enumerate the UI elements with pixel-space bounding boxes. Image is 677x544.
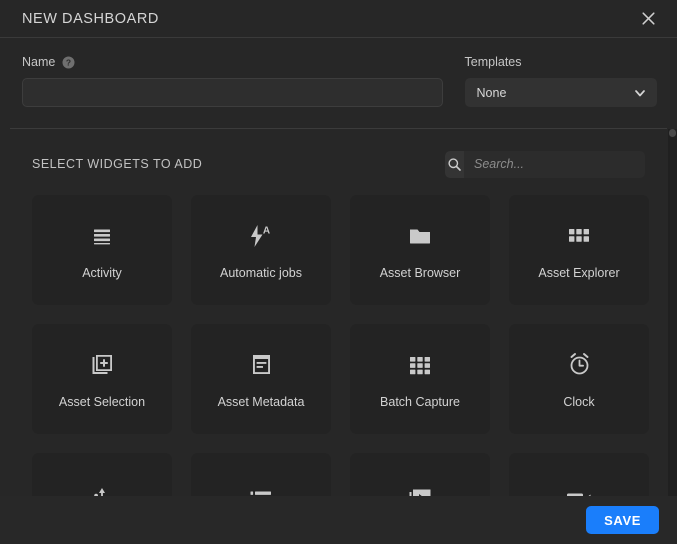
- save-button[interactable]: SAVE: [586, 506, 659, 534]
- svg-text:?: ?: [66, 57, 71, 67]
- storage-list-icon: [249, 485, 273, 496]
- widget-tile-automatic-jobs[interactable]: A Automatic jobs: [191, 195, 331, 305]
- widget-tile-label: Asset Browser: [379, 265, 461, 280]
- search-button[interactable]: [445, 150, 464, 178]
- name-input[interactable]: [22, 78, 443, 107]
- folder-icon: [408, 221, 432, 251]
- widget-tile-label: Clock: [563, 394, 595, 409]
- widget-tile-label: Asset Selection: [58, 394, 146, 409]
- widgets-header: SELECT WIDGETS TO ADD: [0, 147, 677, 181]
- widget-tile-storage[interactable]: [191, 453, 331, 496]
- widget-tile-label: Batch Capture: [380, 394, 460, 409]
- widget-tile-usb[interactable]: [32, 453, 172, 496]
- help-circle-icon: ?: [62, 56, 75, 68]
- widget-tile-video-stack[interactable]: [350, 453, 490, 496]
- widget-tile-label: Asset Metadata: [217, 394, 305, 409]
- video-stack-play-icon: [408, 485, 432, 496]
- widget-tile-activity[interactable]: Activity: [32, 195, 172, 305]
- close-button[interactable]: [633, 4, 663, 34]
- templates-label-row: Templates: [465, 54, 657, 70]
- dialog-footer: SAVE: [0, 496, 677, 544]
- dialog-title: NEW DASHBOARD: [22, 10, 159, 27]
- widget-tile-asset-selection[interactable]: Asset Selection: [32, 324, 172, 434]
- pages-plus-icon: [90, 350, 114, 380]
- widget-tile-clock[interactable]: Clock: [509, 324, 649, 434]
- templates-selected-value: None: [476, 85, 507, 100]
- chevron-down-icon: [635, 89, 645, 96]
- templates-label: Templates: [464, 55, 522, 69]
- widget-tile-label: Asset Explorer: [538, 265, 620, 280]
- scrollbar-track[interactable]: [668, 129, 677, 496]
- grid-3x3-icon: [409, 350, 431, 380]
- clipboard-note-icon: [251, 350, 272, 380]
- widget-tile-asset-explorer[interactable]: Asset Explorer: [509, 195, 649, 305]
- search-input[interactable]: [464, 150, 645, 178]
- svg-text:A: A: [263, 225, 270, 236]
- usb-icon: [92, 485, 112, 496]
- name-label: Name: [22, 55, 56, 69]
- name-label-row: Name ?: [22, 54, 443, 70]
- widget-tile-asset-metadata[interactable]: Asset Metadata: [191, 324, 331, 434]
- new-dashboard-dialog: NEW DASHBOARD Name ? Templates None SELE…: [0, 0, 677, 544]
- widgets-section-title: SELECT WIDGETS TO ADD: [32, 157, 203, 171]
- alarm-clock-icon: [567, 350, 592, 380]
- grid-3x2-icon: [568, 221, 590, 251]
- templates-select[interactable]: None: [464, 78, 657, 107]
- widget-tile-asset-browser[interactable]: Asset Browser: [350, 195, 490, 305]
- bolt-a-icon: A: [248, 221, 274, 251]
- scrollbar-thumb[interactable]: [669, 129, 676, 137]
- dialog-titlebar: NEW DASHBOARD: [0, 0, 677, 38]
- list-lines-icon: [91, 221, 113, 251]
- video-camera-plus-icon: [566, 485, 592, 496]
- form-row: Name ? Templates None: [0, 38, 677, 107]
- widget-tile-batch-capture[interactable]: Batch Capture: [350, 324, 490, 434]
- templates-field-group: Templates None: [464, 54, 657, 107]
- widget-grid: Activity A Automatic jobs Asset Browser …: [0, 181, 677, 496]
- help-icon[interactable]: ?: [62, 56, 75, 69]
- widget-search: [445, 150, 645, 178]
- widget-tile-label: Automatic jobs: [220, 265, 302, 280]
- close-icon: [641, 12, 655, 25]
- name-field-group: Name ?: [22, 54, 443, 107]
- widget-tile-label: Activity: [82, 265, 122, 280]
- widget-tile-video-camera-plus[interactable]: [509, 453, 649, 496]
- search-icon: [448, 157, 461, 171]
- widgets-area: SELECT WIDGETS TO ADD Search... Activity…: [0, 129, 677, 496]
